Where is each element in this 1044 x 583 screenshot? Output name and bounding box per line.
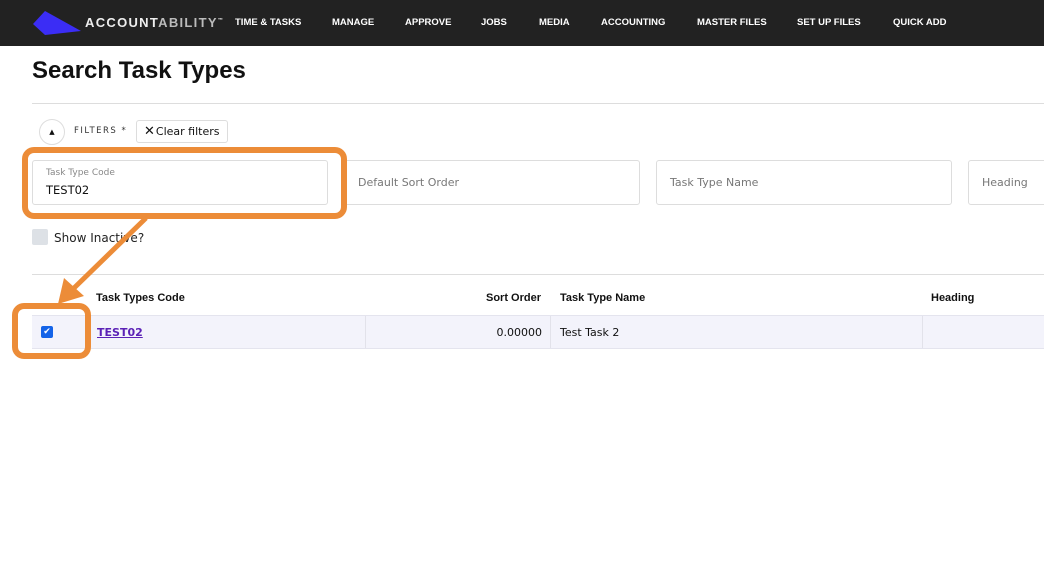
annotation-arrow-icon <box>58 216 148 304</box>
